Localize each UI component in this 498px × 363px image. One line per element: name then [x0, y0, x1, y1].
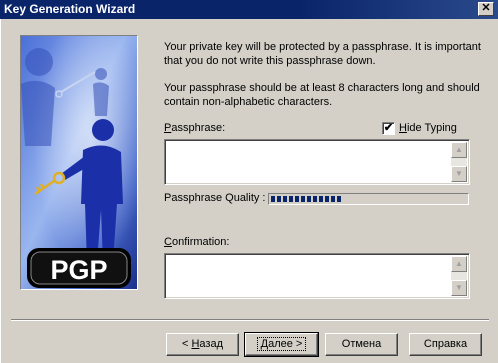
passphrase-label: Passphrase: [164, 122, 226, 134]
back-button[interactable]: < Назад [166, 333, 239, 356]
window-title: Key Generation Wizard [4, 2, 136, 16]
passphrase-input[interactable]: ▲ ▼ [164, 139, 470, 185]
checkmark-icon: ✔ [383, 122, 394, 134]
arrow-down-icon: ▼ [455, 169, 463, 178]
close-button[interactable]: ✕ [478, 2, 494, 16]
confirmation-input[interactable]: ▲ ▼ [164, 253, 470, 299]
arrow-up-icon: ▲ [455, 145, 463, 154]
pgp-logo-text: PGP [50, 255, 107, 285]
title-bar: Key Generation Wizard ✕ [0, 0, 498, 19]
confirmation-label: Confirmation: [164, 236, 230, 248]
hide-typing-checkbox[interactable]: ✔ [382, 122, 395, 135]
pgp-wizard-illustration: PGP [20, 35, 138, 290]
pgp-illustration-graphic: PGP [21, 36, 137, 289]
arrow-down-icon: ▼ [455, 283, 463, 292]
button-separator [11, 319, 489, 321]
next-button[interactable]: Далее > [244, 332, 319, 357]
confirmation-scrollbar[interactable]: ▲ ▼ [451, 256, 467, 296]
intro-line: contain non-alphabetic characters. [164, 96, 333, 108]
wizard-body: PGP Your private key will be protected b… [0, 19, 498, 363]
passphrase-quality-bar [268, 193, 469, 205]
intro-line: Your passphrase should be at least 8 cha… [164, 82, 480, 94]
close-icon: ✕ [481, 2, 491, 14]
hide-typing-label[interactable]: Hide Typing [399, 122, 457, 134]
intro-paragraph-1: Your private key will be protected by a … [164, 40, 481, 68]
passphrase-quality-fill [271, 196, 341, 202]
intro-line: Your private key will be protected by a … [164, 41, 481, 53]
help-button[interactable]: Справка [409, 333, 482, 356]
scroll-down-button[interactable]: ▼ [451, 280, 467, 296]
arrow-up-icon: ▲ [455, 259, 463, 268]
intro-line: that you do not write this passphrase do… [164, 55, 376, 67]
passphrase-scrollbar[interactable]: ▲ ▼ [451, 142, 467, 182]
scroll-down-button[interactable]: ▼ [451, 166, 467, 182]
scroll-up-button[interactable]: ▲ [451, 142, 467, 158]
cancel-button[interactable]: Отмена [325, 333, 398, 356]
scroll-up-button[interactable]: ▲ [451, 256, 467, 272]
intro-paragraph-2: Your passphrase should be at least 8 cha… [164, 81, 480, 109]
passphrase-quality-label: Passphrase Quality : [164, 192, 266, 204]
